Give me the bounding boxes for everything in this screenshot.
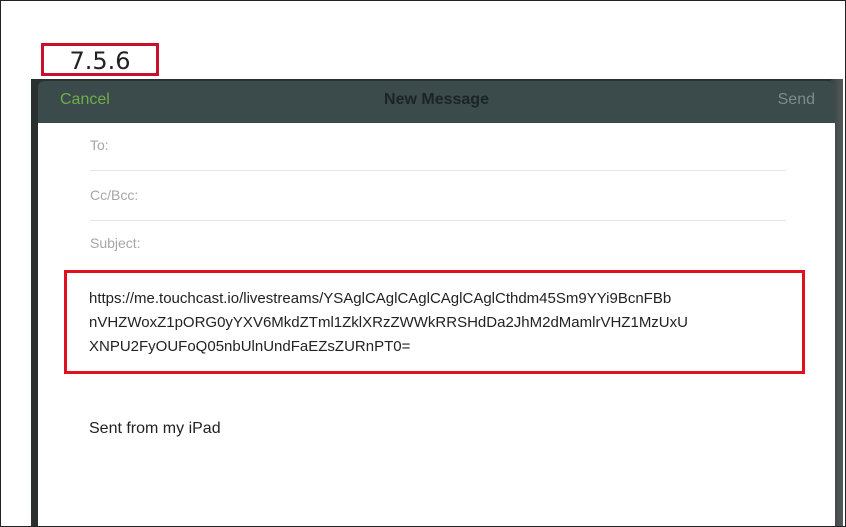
- send-button[interactable]: Send: [778, 91, 815, 109]
- email-signature: Sent from my iPad: [89, 420, 221, 437]
- to-field[interactable]: To:: [90, 123, 786, 171]
- link-line-1: https://me.touchcast.io/livestreams/YSAg…: [89, 290, 672, 307]
- compose-navbar: Cancel New Message Send: [38, 81, 835, 123]
- link-line-3: XNPU2FyOUFoQ05nbUlnUndFaEZsZURnPT0=: [89, 338, 411, 355]
- to-field-label: To:: [90, 137, 109, 153]
- screenshot-page: 7.5.6 Cancel New Message Send To: Cc/Bcc…: [0, 0, 846, 527]
- step-number-label: 7.5.6: [41, 43, 159, 76]
- livestream-link[interactable]: https://me.touchcast.io/livestreams/YSAg…: [89, 287, 789, 359]
- compose-sheet: To: Cc/Bcc: Subject: https://me.touchcas…: [38, 123, 835, 526]
- link-line-2: nVHZWoxZ1pORG0yYXV6MkdZTml1ZklXRzZWWkRRS…: [89, 314, 688, 331]
- cc-bcc-field-label: Cc/Bcc:: [90, 187, 139, 203]
- message-link-highlight: https://me.touchcast.io/livestreams/YSAg…: [64, 270, 805, 374]
- cc-bcc-field[interactable]: Cc/Bcc:: [90, 173, 786, 221]
- subject-field-label: Subject:: [90, 235, 141, 251]
- subject-field[interactable]: Subject:: [90, 221, 786, 269]
- compose-title: New Message: [384, 91, 489, 108]
